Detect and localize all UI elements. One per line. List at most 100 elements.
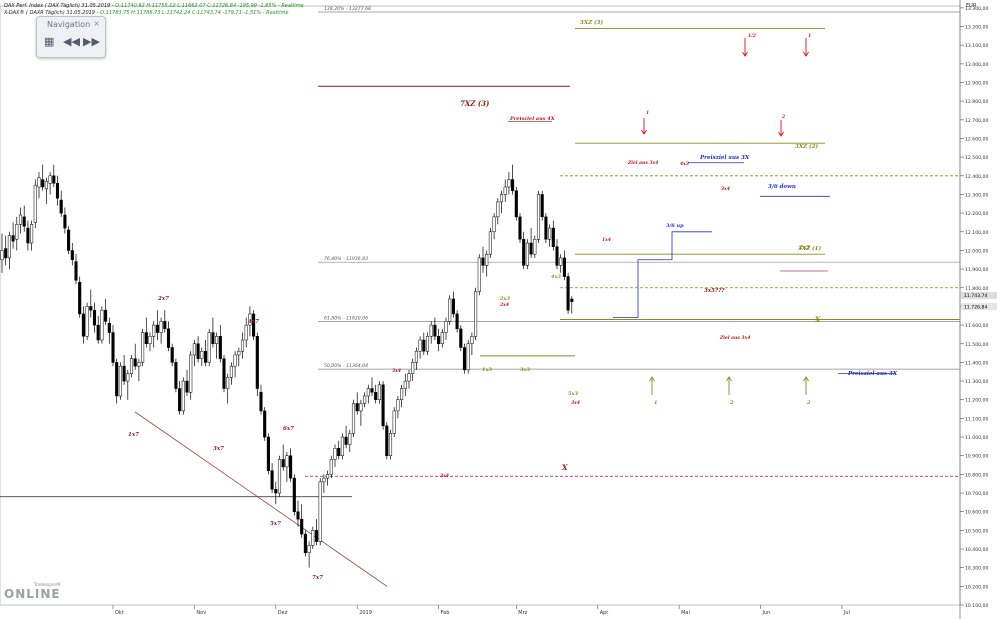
candle-body [525,242,529,266]
candle-body [437,336,441,345]
y-tick-label: 10.300,00 [965,566,988,572]
candle-body [551,227,555,247]
y-tick-label: 12.500,00 [965,155,988,161]
y-tick-label: 11.600,00 [965,323,988,329]
y-tick-label: 11.800,00 [965,286,988,292]
navigation-panel[interactable]: Navigation × ▦ ◀◀ ▶▶ [36,16,106,58]
fib-label: 76,40% - 11936,83 [324,256,368,262]
candle-body [403,380,407,389]
header-dax-title: DAX Perf. Index ( DAX Täglich) 31.05.201… [4,3,116,9]
y-axis-label: EUR [966,3,977,9]
candle-body [566,276,570,311]
candle-body [474,291,478,337]
candle-body [466,343,470,371]
close-icon[interactable]: × [93,19,100,28]
candle-body [374,392,378,400]
candle-body [211,332,215,345]
candle-body [33,184,37,223]
grid-icon[interactable]: ▦ [44,36,54,47]
y-tick-label: 10.400,00 [965,547,988,553]
annotation-w1: 1x7 [128,432,139,438]
y-tick-label: 10.900,00 [965,454,988,460]
candle-body [548,227,552,240]
annotation-s1: 1x3 [482,367,492,373]
last-price-label: 11.743,74 [964,293,987,299]
annotation-w2: 2x7 [157,296,169,302]
x-tick-label: Okt [115,610,124,616]
candle-body [433,324,437,337]
annotation-down: 3/6 down [768,184,796,190]
annotation-x4d: 3x4 [721,186,730,192]
y-tick-label: 11.200,00 [965,398,988,404]
candle-body [492,216,496,233]
candle-body [252,313,256,337]
y-tick-label: 12.600,00 [965,136,988,142]
candle-body [326,474,330,479]
fast-forward-icon[interactable]: ▶▶ [83,36,100,47]
candle-body [303,533,307,554]
candle-body [218,336,222,359]
tradesignal-logo: Tradesignal® online [4,582,68,602]
candle-body [67,229,71,251]
y-tick-label: 10.100,00 [965,603,988,609]
candle-body [507,179,511,188]
candle-body [414,350,418,363]
candle-body [274,489,278,494]
navigation-title: Navigation [47,20,91,29]
candle-body [488,231,492,255]
annotation-r4: 2 [781,114,785,120]
candle-body [126,373,130,382]
y-tick-label: 10.200,00 [965,584,988,590]
annotation-ziel_3x4_b: Ziel aus 3x4 [719,335,750,341]
annotation-preisziel_4x: Preisziel aus 4X [509,116,556,122]
y-tick-label: 10.600,00 [965,510,988,516]
candle-body [392,410,396,434]
y-tick-label: 13.000,00 [965,62,988,68]
y-tick-label: 12.900,00 [965,81,988,87]
annotation-x4b: 3x4 [392,368,401,374]
price-chart[interactable]: 138,20% - 13277,68 76,40% - 11936,83 61,80… [0,0,1000,619]
candle-body [385,425,389,456]
annotation-w4: 4x7 [248,319,259,325]
candle-body [70,250,74,261]
candle-body [237,350,241,356]
candle-body [159,321,163,333]
candle-body [137,362,141,367]
candle-body [63,214,67,229]
candle-body [462,347,467,371]
rewind-icon[interactable]: ◀◀ [63,36,80,47]
annotation-w6: 6x7 [283,426,294,432]
candle-body [74,261,78,281]
header-dax-quote: O:11740,92 H:11755,12 L:11662,07 C:11726… [115,3,304,9]
y-tick-label: 12.800,00 [965,99,988,105]
candle-body [440,332,444,345]
annotation-x4g: 4x3 [680,161,689,167]
candle-body [289,455,293,479]
candle-body [418,339,422,352]
candle-body [400,388,404,400]
candle-body [192,343,196,356]
y-tick-label: 11.500,00 [965,342,988,348]
candle-body [285,455,289,468]
annotation-xz7: 7XZ (3) [460,99,489,108]
candle-body [18,214,23,225]
annotation-x4: 3x4 [440,473,449,479]
candle-body [518,216,522,240]
candle-body [503,186,507,195]
candle-body [81,313,85,337]
annotation-w5: 5x7 [270,521,281,527]
candle-body [104,309,108,322]
y-tick-label: 11.000,00 [965,435,988,441]
target-label: 3XZ (3) [580,19,603,26]
annotation-up: 3/6 up [666,223,684,229]
y-tick-label: 12.200,00 [965,211,988,217]
candle-body [240,339,245,352]
candle-body [429,324,433,337]
logo-text: online [4,587,61,601]
y-tick-label: 13.100,00 [965,43,988,49]
candle-body [522,239,526,266]
candle-body [444,321,448,333]
annotation-r1: 1/2 [748,33,756,39]
candle-body [344,436,348,445]
candle-body [555,246,559,266]
